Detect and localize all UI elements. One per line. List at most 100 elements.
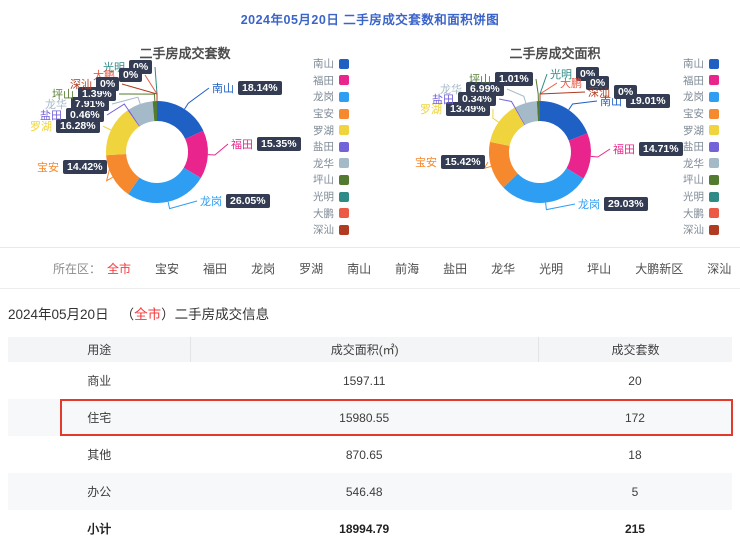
legend-label: 南山 (683, 56, 704, 71)
charts-row: 二手房成交套数 南山18.14%福田15.35%龙岗26.05%宝安14.42%… (0, 35, 740, 247)
pie-label-value: 0% (96, 77, 119, 91)
table-row-其他: 其他870.6518 (8, 436, 732, 473)
legend-swatch-icon (709, 158, 719, 168)
filter-option-龙岗[interactable]: 龙岗 (251, 260, 275, 277)
legend-swatch-icon (709, 175, 719, 185)
units-pie-chart: 二手房成交套数 南山18.14%福田15.35%龙岗26.05%宝安14.42%… (0, 35, 370, 247)
legend-item-罗湖[interactable]: 罗湖 (683, 123, 719, 137)
cell-count: 18 (538, 448, 732, 462)
table-body: 商业1597.1120住宅15980.55172其他870.6518办公546.… (8, 362, 732, 547)
legend-item-深汕[interactable]: 深汕 (313, 223, 349, 237)
filter-option-光明[interactable]: 光明 (539, 260, 563, 277)
legend-label: 罗湖 (313, 123, 334, 138)
pie-label-name: 福田 (231, 136, 253, 152)
pie-label-value: 18.14% (238, 81, 282, 95)
filter-option-宝安[interactable]: 宝安 (155, 260, 179, 277)
legend-swatch-icon (709, 225, 719, 235)
legend-item-宝安[interactable]: 宝安 (683, 107, 719, 121)
pie-label-name: 深汕 (588, 84, 610, 100)
pie-label-name: 龙岗 (200, 193, 222, 209)
label-leader-line (484, 162, 491, 168)
pie-label-value: 1.01% (495, 72, 533, 86)
page-title: 2024年05月20日 二手房成交套数和面积饼图 (0, 0, 740, 30)
transactions-table: 用途 成交面积(㎡) 成交套数 商业1597.1120住宅15980.55172… (8, 337, 732, 547)
pie-label-宝安: 宝安14.42% (37, 160, 107, 174)
label-leader-line (493, 109, 499, 122)
legend-item-龙华[interactable]: 龙华 (683, 157, 719, 171)
legend-item-罗湖[interactable]: 罗湖 (313, 123, 349, 137)
pie-label-name: 深汕 (70, 76, 92, 92)
label-leader-line (540, 74, 547, 101)
legend-label: 罗湖 (683, 123, 704, 138)
legend-swatch-icon (709, 109, 719, 119)
legend-item-宝安[interactable]: 宝安 (313, 107, 349, 121)
area-pie-chart: 二手房成交面积 南山19.01%福田14.71%龙岗29.03%宝安15.42%… (370, 35, 740, 247)
section-scope: 全市 (134, 307, 161, 322)
legend-item-盐田[interactable]: 盐田 (313, 140, 349, 154)
legend-item-龙岗[interactable]: 龙岗 (313, 90, 349, 104)
cell-count: 20 (538, 374, 732, 388)
filter-option-盐田[interactable]: 盐田 (443, 260, 467, 277)
legend-item-南山[interactable]: 南山 (683, 57, 719, 71)
legend-label: 福田 (683, 73, 704, 88)
cell-area: 15980.55 (190, 411, 538, 425)
pie-slice-南山[interactable] (540, 101, 587, 141)
legend-item-大鹏[interactable]: 大鹏 (313, 206, 349, 220)
legend-item-福田[interactable]: 福田 (683, 74, 719, 88)
pie-label-福田: 福田15.35% (231, 137, 301, 151)
table-row-办公: 办公546.485 (8, 473, 732, 510)
cell-area: 1597.11 (190, 374, 538, 388)
legend-swatch-icon (339, 75, 349, 85)
legend-label: 光明 (313, 189, 334, 204)
header-count: 成交套数 (538, 337, 732, 362)
label-leader-line (168, 201, 197, 209)
legend-item-坪山[interactable]: 坪山 (683, 173, 719, 187)
pie-label-name: 宝安 (415, 154, 437, 170)
legend-label: 龙岗 (313, 89, 334, 104)
label-leader-line (546, 203, 575, 210)
legend-label: 龙华 (683, 156, 704, 171)
filter-option-大鹏新区[interactable]: 大鹏新区 (635, 260, 683, 277)
legend-swatch-icon (339, 192, 349, 202)
legend-swatch-icon (339, 59, 349, 69)
legend-item-大鹏[interactable]: 大鹏 (683, 206, 719, 220)
legend-swatch-icon (709, 208, 719, 218)
pie-label-value: 26.05% (226, 194, 270, 208)
filter-option-坪山[interactable]: 坪山 (587, 260, 611, 277)
legend-swatch-icon (339, 92, 349, 102)
pie-label-name: 龙华 (440, 81, 462, 97)
label-leader-line (540, 92, 585, 101)
legend-label: 龙岗 (683, 89, 704, 104)
filter-option-罗湖[interactable]: 罗湖 (299, 260, 323, 277)
legend-item-光明[interactable]: 光明 (313, 190, 349, 204)
legend-item-龙华[interactable]: 龙华 (313, 157, 349, 171)
legend-item-龙岗[interactable]: 龙岗 (683, 90, 719, 104)
filter-option-龙华[interactable]: 龙华 (491, 260, 515, 277)
cell-usage: 办公 (8, 483, 190, 500)
legend-swatch-icon (339, 142, 349, 152)
filter-option-全市[interactable]: 全市 (107, 260, 131, 277)
filter-option-前海[interactable]: 前海 (395, 260, 419, 277)
pie-label-龙岗: 龙岗 26.05% (200, 194, 270, 208)
filter-option-深汕[interactable]: 深汕 (707, 260, 731, 277)
cell-usage: 住宅 (8, 409, 190, 426)
legend-item-光明[interactable]: 光明 (683, 190, 719, 204)
legend-label: 坪山 (313, 172, 334, 187)
legend-item-深汕[interactable]: 深汕 (683, 223, 719, 237)
section-paren-close: ） (161, 307, 175, 322)
pie-label-value: 0% (119, 68, 142, 82)
filter-option-南山[interactable]: 南山 (347, 260, 371, 277)
legend-item-盐田[interactable]: 盐田 (683, 140, 719, 154)
pie-slice-龙岗[interactable] (128, 168, 201, 203)
legend-label: 福田 (313, 73, 334, 88)
label-leader-line (569, 101, 597, 110)
cell-area: 18994.79 (190, 522, 538, 536)
legend-item-福田[interactable]: 福田 (313, 74, 349, 88)
legend-swatch-icon (339, 158, 349, 168)
filter-option-福田[interactable]: 福田 (203, 260, 227, 277)
pie-label-南山: 南山18.14% (212, 81, 282, 95)
pie-slice-南山[interactable] (157, 101, 203, 139)
pie-label-name: 福田 (613, 141, 635, 157)
legend-item-坪山[interactable]: 坪山 (313, 173, 349, 187)
legend-item-南山[interactable]: 南山 (313, 57, 349, 71)
